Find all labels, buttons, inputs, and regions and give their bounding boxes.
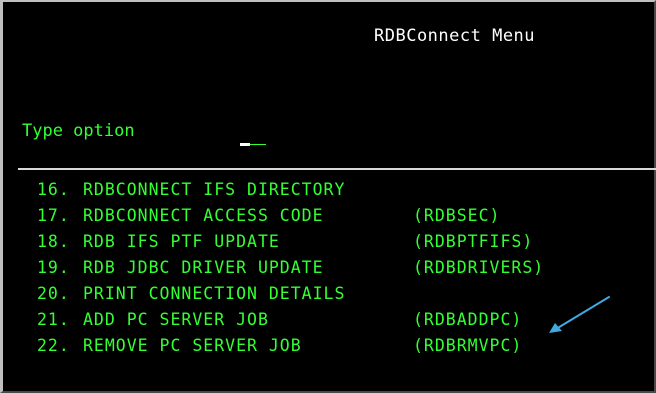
- text-cursor: [240, 143, 250, 146]
- menu-item-number: 16.: [37, 180, 70, 199]
- input-underline: [250, 144, 266, 145]
- terminal-screen: RDBConnect Menu Type option 16. RDBCONNE…: [0, 0, 656, 393]
- menu-item-label: RDBCONNECT IFS DIRECTORY: [83, 180, 346, 199]
- menu-item-label: RDB JDBC DRIVER UPDATE: [83, 258, 324, 277]
- menu-item-number: 21.: [37, 310, 70, 329]
- menu-item-label: REMOVE PC SERVER JOB: [83, 336, 302, 355]
- menu-item-label: RDB IFS PTF UPDATE: [83, 232, 280, 251]
- type-option-label: Type option: [22, 121, 135, 141]
- menu-item-command: (RDBADDPC): [413, 310, 523, 329]
- menu-title: RDBConnect Menu: [374, 26, 536, 46]
- menu-item: 17. RDBCONNECT ACCESS CODE (RDBSEC): [3, 204, 656, 230]
- menu-item-number: 18.: [37, 232, 70, 251]
- menu-item-command: (RDBDRIVERS): [413, 258, 545, 277]
- menu-item-number: 17.: [37, 206, 70, 225]
- option-input-field[interactable]: [240, 143, 266, 147]
- separator-line: [18, 168, 656, 170]
- menu-item: 19. RDB JDBC DRIVER UPDATE (RDBDRIVERS): [3, 256, 656, 282]
- menu-item-label: ADD PC SERVER JOB: [83, 310, 269, 329]
- menu-item: 16. RDBCONNECT IFS DIRECTORY: [3, 178, 656, 204]
- menu-item-number: 20.: [37, 284, 70, 303]
- menu-item-label: RDBCONNECT ACCESS CODE: [83, 206, 324, 225]
- menu-item-label: PRINT CONNECTION DETAILS: [83, 284, 346, 303]
- menu-item-number: 19.: [37, 258, 70, 277]
- menu-item-command: (RDBSEC): [413, 206, 501, 225]
- menu-item: 18. RDB IFS PTF UPDATE (RDBPTFIFS): [3, 230, 656, 256]
- menu-item-command: (RDBPTFIFS): [413, 232, 534, 251]
- menu-item-number: 22.: [37, 336, 70, 355]
- menu-item-command: (RDBRMVPC): [413, 336, 523, 355]
- pointer-arrow-icon: [549, 296, 610, 333]
